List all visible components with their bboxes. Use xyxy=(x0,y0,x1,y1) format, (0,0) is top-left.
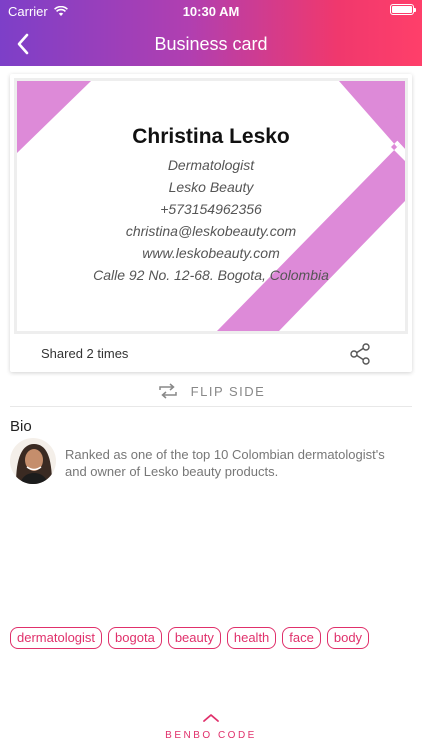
tag-dermatologist[interactable]: dermatologist xyxy=(10,627,103,649)
benbo-code-button[interactable]: BENBO CODE xyxy=(0,710,422,741)
shared-count: Shared 2 times xyxy=(41,346,129,361)
flip-side-label: FLIP SIDE xyxy=(190,383,266,399)
battery-fill xyxy=(392,6,412,13)
flip-side-button[interactable]: FLIP SIDE xyxy=(0,378,422,404)
share-button[interactable] xyxy=(348,342,372,366)
header-bar: Carrier 10:30 AM Business card xyxy=(0,0,422,66)
avatar xyxy=(10,438,56,484)
chevron-up-icon xyxy=(203,714,219,722)
battery-icon xyxy=(390,4,416,15)
bio-title: Bio xyxy=(10,418,32,435)
card-company: Lesko Beauty xyxy=(168,179,254,195)
card-email: christina@leskobeauty.com xyxy=(125,223,297,239)
status-right xyxy=(390,4,416,15)
benbo-code-label: BENBO CODE xyxy=(165,730,257,741)
share-icon xyxy=(350,343,370,365)
divider xyxy=(10,406,412,407)
nav-bar: Business card xyxy=(0,22,422,66)
card-phone: +573154962356 xyxy=(160,201,262,217)
card-name: Christina Lesko xyxy=(132,125,290,148)
status-bar: Carrier 10:30 AM xyxy=(0,0,422,22)
bio-text: Ranked as one of the top 10 Colombian de… xyxy=(65,447,385,479)
avatar-photo xyxy=(10,438,56,484)
tag-face[interactable]: face xyxy=(282,627,321,649)
tag-body[interactable]: body xyxy=(326,627,370,649)
status-time: 10:30 AM xyxy=(182,4,240,19)
tag-bogota[interactable]: bogota xyxy=(108,627,162,649)
card-title: Dermatologist xyxy=(167,157,255,173)
shared-row: Shared 2 times xyxy=(10,336,412,372)
tag-list: dermatologist bogota beauty health face … xyxy=(10,627,412,649)
business-card: Christina Lesko Dermatologist Lesko Beau… xyxy=(10,74,412,372)
tag-health[interactable]: health xyxy=(226,627,277,649)
card-front-image[interactable]: Christina Lesko Dermatologist Lesko Beau… xyxy=(14,78,408,334)
page-title: Business card xyxy=(154,34,268,54)
card-address: Calle 92 No. 12-68. Bogota, Colombia xyxy=(93,267,329,283)
flip-arrows-icon xyxy=(158,383,177,399)
tag-beauty[interactable]: beauty xyxy=(167,627,221,649)
card-website: www.leskobeauty.com xyxy=(142,245,280,261)
